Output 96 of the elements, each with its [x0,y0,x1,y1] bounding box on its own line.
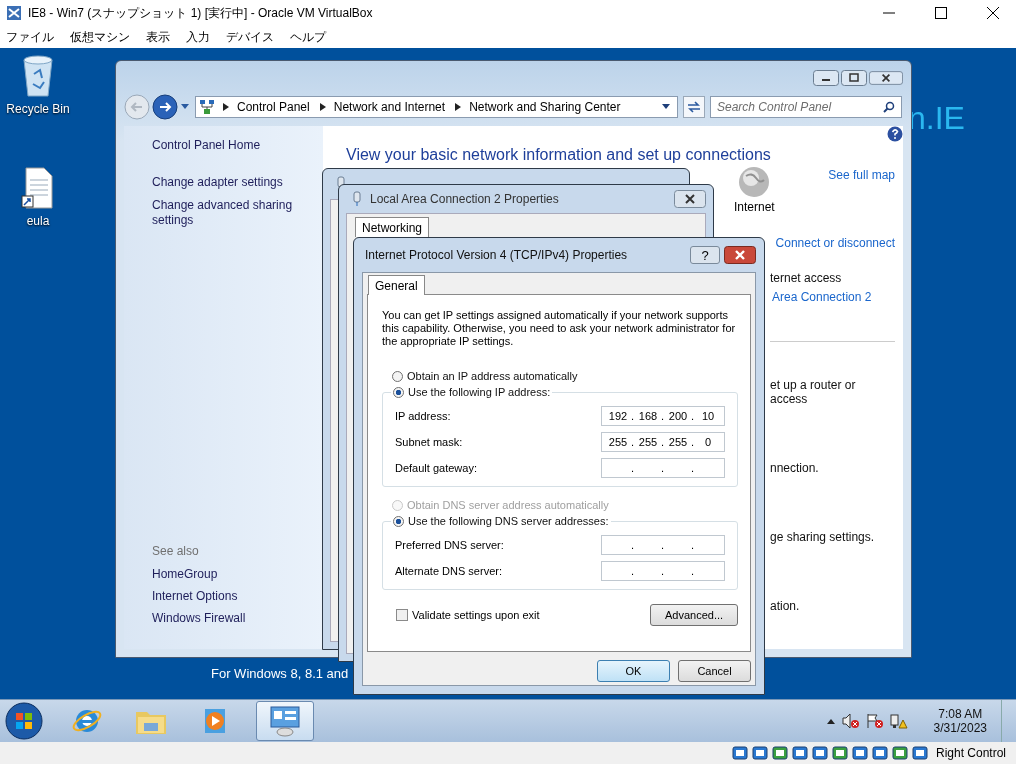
general-tab[interactable]: General [368,275,425,295]
separator-icon[interactable] [223,103,229,111]
advanced-button[interactable]: Advanced... [650,604,738,626]
field-label: IP address: [395,410,451,422]
network-icon [199,99,215,115]
access-type-text: ternet access [770,271,843,285]
dialog-title: Local Area Connection 2 Properties [370,192,559,206]
menu-item[interactable]: ヘルプ [290,28,326,46]
host-key-label: Right Control [935,746,1006,760]
help-button[interactable]: ? [690,246,720,264]
breadcrumb-item[interactable]: Control Panel [237,100,310,114]
device-status-icon[interactable] [831,745,848,761]
connection-link[interactable]: Area Connection 2 [772,290,895,304]
networking-tab[interactable]: Networking [355,217,430,237]
menu-item[interactable]: 仮想マシン [70,28,130,46]
menu-item[interactable]: デバイス [226,28,274,46]
device-status-icon[interactable] [791,745,808,761]
sidebar-link[interactable]: Internet Options [152,589,323,603]
task-description: ation. [770,599,801,613]
banner-text: For Windows 8, 8.1 and [211,666,349,681]
sidebar-link[interactable]: Control Panel Home [152,138,302,153]
device-status-icon[interactable] [891,745,908,761]
globe-icon [738,166,771,198]
close-icon[interactable] [987,7,999,19]
sidebar-link[interactable]: Windows Firewall [152,611,323,625]
task-description: nnection. [770,461,820,475]
clock-time[interactable]: 7:08 AM [938,707,983,721]
show-hidden-icons-icon[interactable] [825,717,836,725]
sidebar-link[interactable]: HomeGroup [152,567,323,581]
field-label: Preferred DNS server: [395,539,504,551]
see-full-map-link[interactable]: See full map [828,168,895,182]
menu-item[interactable]: ファイル [6,28,54,46]
network-adapter-icon [352,191,362,207]
help-icon[interactable] [887,126,903,142]
device-status-icon[interactable] [851,745,868,761]
ip-address-field[interactable]: 255 . 255 . 255 . 0 [601,432,725,452]
forward-icon[interactable] [152,94,178,120]
ip-address-field[interactable]: . . . [601,561,725,581]
desktop-icon-label[interactable]: Recycle Bin [6,102,70,116]
close-button[interactable] [724,246,756,264]
sidebar-link[interactable]: Change adapter settings [152,175,302,190]
device-status-icon[interactable] [751,745,768,761]
sidebar-link[interactable]: Change advanced sharing settings [152,198,302,228]
restore-button[interactable] [841,70,867,86]
page-heading: View your basic network information and set up connections [346,146,772,164]
separator-icon[interactable] [455,103,462,111]
radio-option[interactable]: Use the following DNS server addresses: [393,515,609,527]
document-shortcut-icon[interactable] [20,166,56,210]
menu-item[interactable]: 表示 [146,28,170,46]
ip-address-field[interactable]: . . . [601,458,725,478]
maximize-icon[interactable] [935,7,947,19]
flag-icon[interactable] [865,713,884,729]
control-panel-icon [268,704,302,738]
clock-date[interactable]: 3/31/2023 [933,721,987,735]
internet-label: Internet [734,200,775,214]
close-button[interactable] [869,70,903,86]
field-label: Alternate DNS server: [395,565,502,577]
dropdown-icon[interactable] [180,103,190,111]
cancel-button[interactable]: Cancel [678,660,751,682]
device-status-icon[interactable] [911,745,928,761]
connect-link[interactable]: Connect or disconnect [775,236,895,250]
task-description: ge sharing settings. [770,530,876,544]
recycle-bin-icon[interactable] [20,54,56,98]
breadcrumb-item[interactable]: Network and Internet [333,100,446,114]
field-label: Subnet mask: [395,436,463,448]
address-bar[interactable]: Control Panel Network and Internet Network and Sharing Center [195,96,678,118]
refresh-icon[interactable] [683,96,705,118]
ok-button[interactable]: OK [597,660,670,682]
taskbar-button[interactable] [256,701,314,741]
device-status-icon[interactable] [771,745,788,761]
validate-checkbox[interactable]: Validate settings upon exit [396,609,540,621]
separator-icon[interactable] [319,103,326,111]
task-description: et up a router or access [770,378,857,406]
field-label: Default gateway: [395,462,477,474]
desktop-icon-label[interactable]: eula [26,214,50,228]
menu-item[interactable]: 入力 [186,28,210,46]
device-status-icon[interactable] [811,745,828,761]
radio-option[interactable]: Obtain an IP address automatically [392,370,738,382]
device-status-icon[interactable] [871,745,888,761]
volume-muted-icon[interactable] [841,713,860,729]
window-title: IE8 - Win7 (スナップショット 1) [実行中] - Oracle VM VirtualBox [28,4,373,22]
search-field[interactable]: Search Control Panel [710,96,902,118]
device-status-icon[interactable] [731,745,748,761]
ip-address-field[interactable]: . . . [601,535,725,555]
ip-address-field[interactable]: 192 . 168 . 200 . 10 [601,406,725,426]
network-warning-icon[interactable] [889,713,908,729]
dialog-title: Internet Protocol Version 4 (TCP/IPv4) Properties [365,248,628,262]
minimize-button[interactable] [813,70,839,86]
breadcrumb-item[interactable]: Network and Sharing Center [469,100,621,114]
search-icon [883,101,895,113]
start-button[interactable] [4,701,44,741]
close-button[interactable] [674,190,706,208]
intro-text: You can get IP settings assigned automatically if your network supports this capability. Otherwise, you need to ask your network administrator for the appropriate IP settings. [382,309,737,348]
radio-option[interactable]: Use the following IP address: [393,386,551,398]
dropdown-icon[interactable] [661,104,671,110]
see-also-heading: See also [152,544,200,558]
